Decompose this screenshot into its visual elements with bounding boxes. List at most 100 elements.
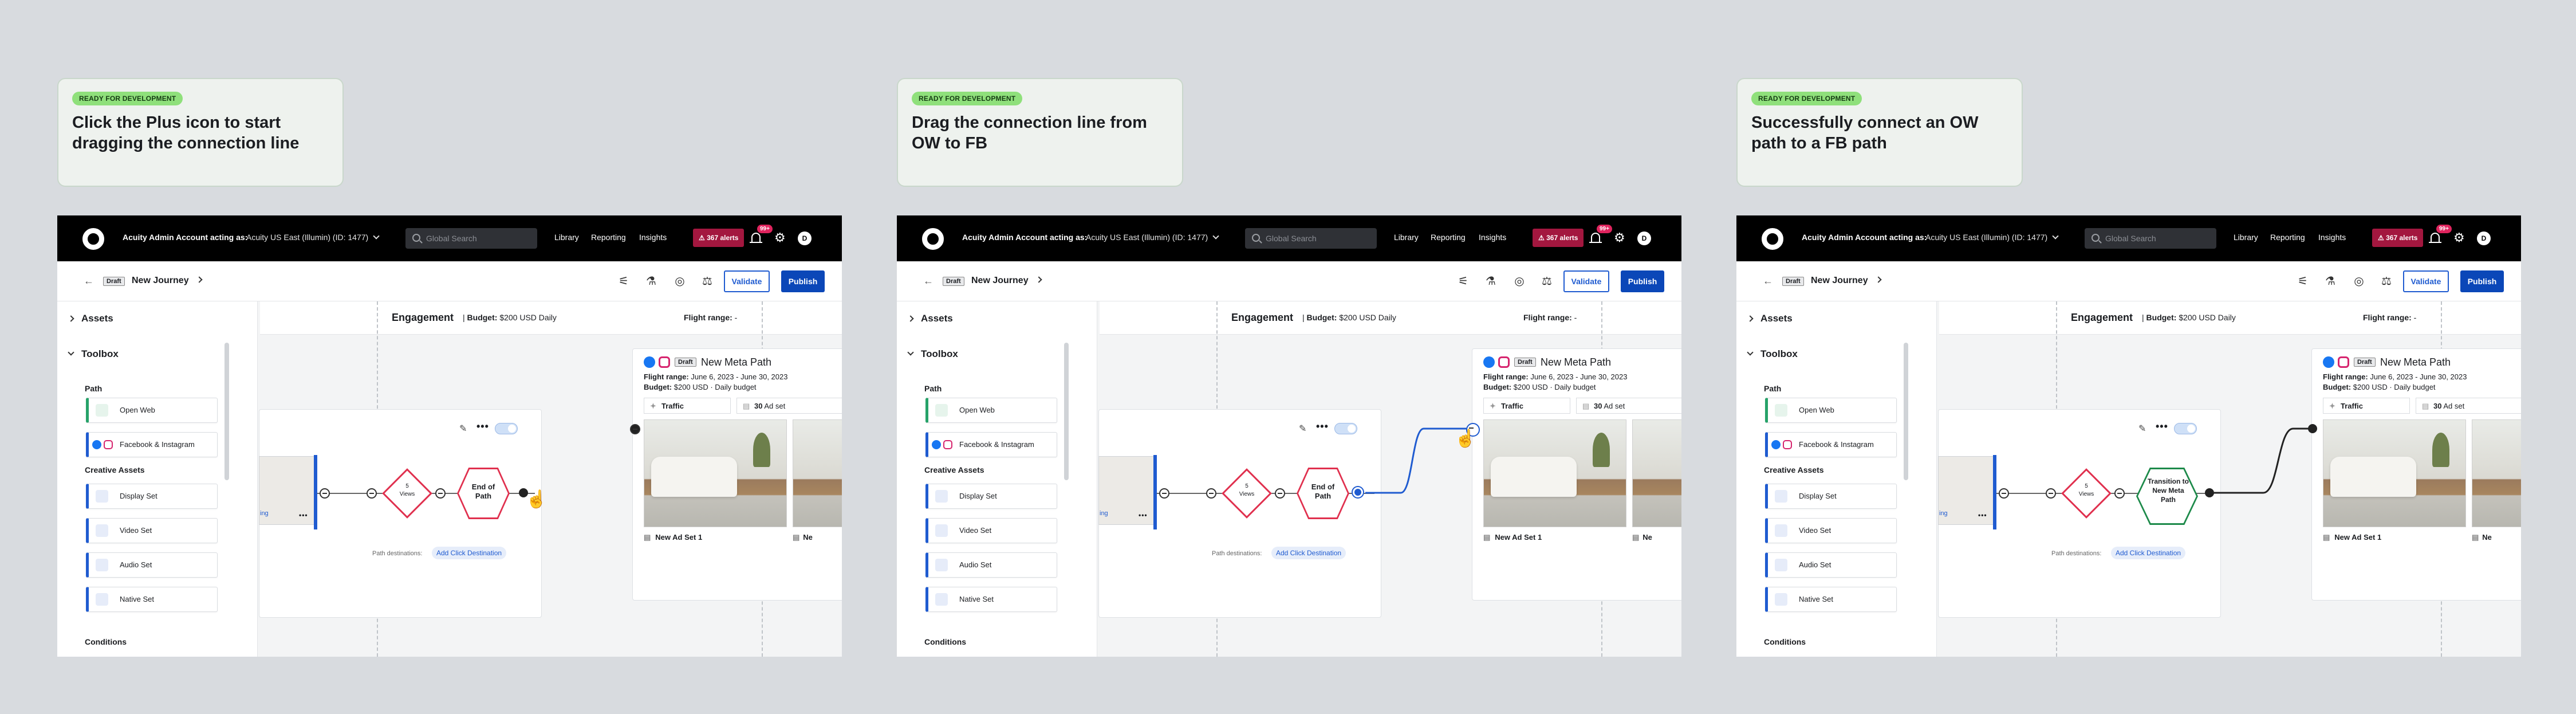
add-click-destination-button[interactable]: Add Click Destination xyxy=(432,547,507,559)
publish-button[interactable]: Publish xyxy=(2460,270,2504,292)
alerts-button[interactable]: ⚠ 367 alerts xyxy=(1533,229,1584,247)
sidebar-scrollbar[interactable] xyxy=(224,343,229,480)
logo-icon[interactable] xyxy=(82,228,104,250)
nav-insights[interactable]: Insights xyxy=(1479,233,1506,242)
flask-icon[interactable]: ⚗ xyxy=(2323,274,2338,289)
avatar[interactable]: D xyxy=(2477,232,2491,245)
target-icon[interactable]: ◎ xyxy=(672,274,687,289)
more-menu-icon[interactable]: ••• xyxy=(476,421,489,433)
pencil-icon[interactable]: ✎ xyxy=(459,423,467,434)
sliders-icon[interactable]: ⚟ xyxy=(2295,274,2310,289)
validate-button[interactable]: Validate xyxy=(2403,270,2449,292)
meta-path-title[interactable]: New Meta Path xyxy=(2380,356,2451,368)
global-search-input[interactable]: Global Search xyxy=(2085,228,2216,249)
pencil-icon[interactable]: ✎ xyxy=(2138,423,2146,434)
toolbox-item-native-set[interactable]: Native Set xyxy=(1765,587,1897,612)
meta-entry-node-icon[interactable] xyxy=(2308,424,2317,433)
more-menu-icon[interactable]: ••• xyxy=(1316,421,1329,433)
flask-icon[interactable]: ⚗ xyxy=(1483,274,1498,289)
path-toggle[interactable] xyxy=(1334,423,1357,434)
toolbox-item-display-set[interactable]: Display Set xyxy=(86,484,218,509)
toolbox-item-display-set[interactable]: Display Set xyxy=(1765,484,1897,509)
avatar[interactable]: D xyxy=(1637,232,1651,245)
toolbox-item-facebook-instagram[interactable]: Facebook & Instagram xyxy=(86,432,218,457)
validate-button[interactable]: Validate xyxy=(724,270,770,292)
validate-button[interactable]: Validate xyxy=(1563,270,1609,292)
toolbox-item-video-set[interactable]: Video Set xyxy=(1765,518,1897,543)
account-switcher[interactable]: Acuity US East (Illumin) (ID: 1477) xyxy=(1086,233,1219,242)
add-node-icon[interactable] xyxy=(320,488,330,499)
sliders-icon[interactable]: ⚟ xyxy=(616,274,631,289)
assets-section-toggle[interactable]: Assets xyxy=(1747,313,1793,324)
toolbox-section-toggle[interactable]: Toolbox xyxy=(907,348,958,360)
connection-start-handle[interactable] xyxy=(2205,488,2214,497)
stub-more-icon[interactable]: ••• xyxy=(299,511,308,519)
stub-more-icon[interactable]: ••• xyxy=(1978,511,1987,519)
sidebar-scrollbar[interactable] xyxy=(1064,343,1069,480)
toolbox-section-toggle[interactable]: Toolbox xyxy=(1747,348,1798,360)
chevron-right-icon[interactable] xyxy=(196,276,203,283)
adset-name-truncated[interactable]: ▤ Ne xyxy=(793,533,813,542)
global-search-input[interactable]: Global Search xyxy=(405,228,537,249)
gear-icon[interactable]: ⚙ xyxy=(1614,232,1625,244)
remove-node-icon[interactable] xyxy=(1275,488,1285,499)
remove-node-icon[interactable] xyxy=(435,488,446,499)
toolbox-item-audio-set[interactable]: Audio Set xyxy=(1765,552,1897,578)
toolbox-item-open-web[interactable]: Open Web xyxy=(86,398,218,423)
toolbox-item-audio-set[interactable]: Audio Set xyxy=(86,552,218,578)
alerts-button[interactable]: ⚠ 367 alerts xyxy=(2372,229,2424,247)
pencil-icon[interactable]: ✎ xyxy=(1299,423,1306,434)
nav-library[interactable]: Library xyxy=(554,233,579,242)
target-icon[interactable]: ◎ xyxy=(2352,274,2366,289)
ad-image-thumbnail[interactable] xyxy=(2472,419,2521,527)
ad-image-thumbnail[interactable] xyxy=(644,419,787,527)
toolbox-item-open-web[interactable]: Open Web xyxy=(925,398,1057,423)
ad-image-thumbnail[interactable] xyxy=(1483,419,1626,527)
remove-node-icon[interactable] xyxy=(367,488,377,499)
remove-node-icon[interactable] xyxy=(2114,488,2125,499)
toolbox-item-facebook-instagram[interactable]: Facebook & Instagram xyxy=(925,432,1057,457)
toolbox-item-facebook-instagram[interactable]: Facebook & Instagram xyxy=(1765,432,1897,457)
toolbox-section-toggle[interactable]: Toolbox xyxy=(68,348,119,360)
meta-entry-node-icon[interactable] xyxy=(630,424,640,434)
gear-icon[interactable]: ⚙ xyxy=(774,232,786,244)
ad-image-thumbnail[interactable] xyxy=(793,419,842,527)
lab-icon[interactable]: ⚖ xyxy=(2379,274,2394,289)
add-click-destination-button[interactable]: Add Click Destination xyxy=(2111,547,2186,559)
nav-insights[interactable]: Insights xyxy=(2318,233,2346,242)
flask-icon[interactable]: ⚗ xyxy=(644,274,659,289)
journey-title[interactable]: New Journey xyxy=(971,276,1029,286)
toolbox-item-native-set[interactable]: Native Set xyxy=(86,587,218,612)
avatar[interactable]: D xyxy=(798,232,812,245)
lab-icon[interactable]: ⚖ xyxy=(700,274,715,289)
journey-title[interactable]: New Journey xyxy=(1811,276,1868,286)
add-click-destination-button[interactable]: Add Click Destination xyxy=(1271,547,1346,559)
assets-section-toggle[interactable]: Assets xyxy=(68,313,113,324)
back-arrow-icon[interactable]: ← xyxy=(1763,275,1773,287)
adset-name-truncated[interactable]: ▤ Ne xyxy=(2472,533,2492,542)
chevron-right-icon[interactable] xyxy=(1035,276,1042,283)
journey-title[interactable]: New Journey xyxy=(132,276,189,286)
logo-icon[interactable] xyxy=(1762,228,1783,250)
back-arrow-icon[interactable]: ← xyxy=(923,275,933,287)
gear-icon[interactable]: ⚙ xyxy=(2453,232,2465,244)
connection-start-handle[interactable] xyxy=(1353,487,1363,497)
path-toggle[interactable] xyxy=(495,423,518,434)
ad-image-thumbnail[interactable] xyxy=(1632,419,1681,527)
meta-path-title[interactable]: New Meta Path xyxy=(701,356,771,368)
sidebar-scrollbar[interactable] xyxy=(1904,343,1908,480)
ad-image-thumbnail[interactable] xyxy=(2323,419,2466,527)
account-switcher[interactable]: Acuity US East (Illumin) (ID: 1477) xyxy=(246,233,380,242)
publish-button[interactable]: Publish xyxy=(781,270,825,292)
meta-path-title[interactable]: New Meta Path xyxy=(1541,356,1611,368)
lab-icon[interactable]: ⚖ xyxy=(1539,274,1554,289)
toolbox-item-native-set[interactable]: Native Set xyxy=(925,587,1057,612)
publish-button[interactable]: Publish xyxy=(1621,270,1664,292)
nav-library[interactable]: Library xyxy=(2234,233,2258,242)
nav-reporting[interactable]: Reporting xyxy=(1431,233,1466,242)
nav-reporting[interactable]: Reporting xyxy=(591,233,626,242)
nav-insights[interactable]: Insights xyxy=(639,233,667,242)
toolbox-item-video-set[interactable]: Video Set xyxy=(925,518,1057,543)
assets-section-toggle[interactable]: Assets xyxy=(907,313,953,324)
adset-name[interactable]: ▤ New Ad Set 1 xyxy=(2323,533,2381,542)
